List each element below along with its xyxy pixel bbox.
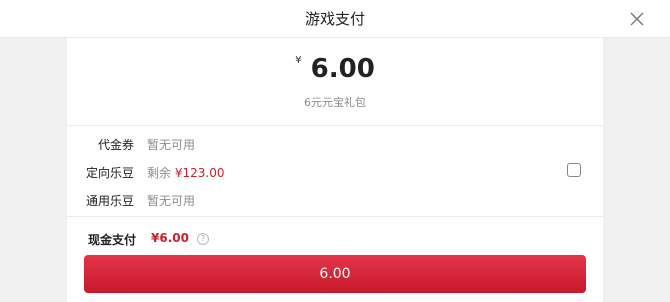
divider [67, 216, 603, 217]
cash-payment-row: 现金支付 ¥6.00 ? [67, 231, 603, 251]
currency-symbol: ¥ [295, 55, 302, 66]
general-beans-row: 通用乐豆 暂无可用 [67, 192, 603, 212]
amount-summary: ¥ 6.00 6元元宝礼包 [67, 38, 603, 126]
amount-value: 6.00 [310, 54, 375, 84]
voucher-row: 代金券 暂无可用 [67, 136, 603, 156]
voucher-label: 代金券 [97, 138, 134, 152]
voucher-value: 暂无可用 [147, 138, 196, 152]
product-name: 6元元宝礼包 [304, 96, 366, 109]
general-beans-value: 暂无可用 [147, 194, 196, 208]
remaining-amount: ¥123.00 [174, 166, 225, 180]
payment-dialog: 游戏支付 ¥ 6.00 6元元宝礼包 代金券 暂无可用 定向乐豆 剩余 ¥123… [0, 0, 670, 302]
pay-button[interactable]: 6.00 [84, 255, 586, 293]
remaining-label: 剩余 [147, 166, 172, 180]
close-button[interactable] [626, 8, 648, 30]
directed-beans-value: 剩余 ¥123.00 [147, 164, 224, 181]
help-icon[interactable]: ? [197, 233, 209, 245]
directed-beans-label: 定向乐豆 [85, 166, 134, 180]
dialog-title: 游戏支付 [304, 10, 365, 28]
cash-payment-label: 现金支付 [88, 233, 137, 247]
directed-beans-row: 定向乐豆 剩余 ¥123.00 [67, 163, 603, 184]
directed-beans-checkbox[interactable] [567, 163, 581, 177]
total-amount: ¥ 6.00 [67, 54, 603, 84]
cash-payment-amount: ¥6.00 [151, 231, 189, 245]
dialog-header: 游戏支付 [0, 0, 670, 38]
general-beans-label: 通用乐豆 [85, 194, 134, 208]
close-icon [630, 12, 644, 26]
